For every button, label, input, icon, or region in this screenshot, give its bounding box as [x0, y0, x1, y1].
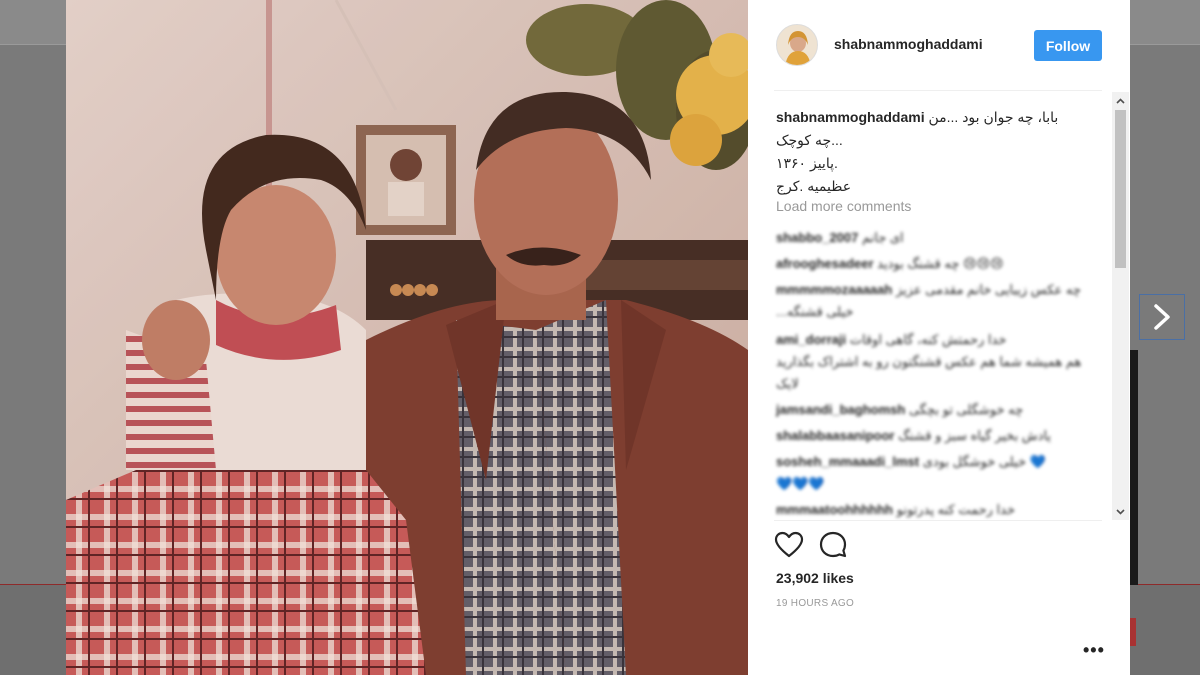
- comment-username[interactable]: shalabbaasanipoor: [776, 428, 894, 443]
- follow-button[interactable]: Follow: [1034, 30, 1102, 61]
- caption-line-3: پاییز ۱۳۶۰.: [776, 155, 838, 171]
- chevron-down-icon: [1116, 508, 1125, 515]
- comment-item: لایک: [776, 376, 799, 392]
- header-divider: [774, 90, 1102, 91]
- chevron-right-icon: [1154, 304, 1170, 330]
- scroll-up-button[interactable]: [1112, 92, 1129, 109]
- post-caption: shabnammoghaddami بابا، چه جوان بود ...م…: [776, 106, 1086, 198]
- comment-text: هم همیشه شما هم عکس قشنگتون رو به اشتراک…: [776, 354, 1082, 369]
- comment-item: sosheh_mmaaadi_lmst خیلی خوشگل بودی 💙: [776, 454, 1046, 470]
- next-post-button[interactable]: [1139, 294, 1185, 340]
- caption-line-1: بابا، چه جوان بود ...من: [928, 109, 1059, 125]
- comment-item: jamsandi_baghomsh چه خوشگلی تو بچگی: [776, 402, 1023, 418]
- post-modal: shabnammoghaddami Follow shabnammoghadda…: [66, 0, 1130, 675]
- post-side-panel: shabnammoghaddami Follow shabnammoghadda…: [748, 0, 1130, 675]
- load-more-comments-link[interactable]: Load more comments: [776, 198, 911, 214]
- comment-text: چه قشنگ بودید 😢😢😢: [877, 256, 1004, 271]
- comment-username[interactable]: afrooghesadeer: [776, 256, 874, 271]
- scrollbar-thumb[interactable]: [1115, 110, 1126, 268]
- caption-line-4: عظیمیه .کرج: [776, 178, 852, 194]
- comment-item: shalabbaasanipoor یادش بخیر گیاه سبز و ق…: [776, 428, 1051, 444]
- comment-text: خدا رحمتش کنه، گاهی اوقات: [849, 332, 1007, 347]
- comment-text: یادش بخیر گیاه سبز و قشنگ: [898, 428, 1052, 443]
- avatar[interactable]: [776, 24, 818, 66]
- comment-item: mmmmmozaaaaah چه عکس زیبایی خانم مقدمی ع…: [776, 282, 1081, 298]
- comment-item: shabbo_2007 ای جانم: [776, 230, 904, 246]
- comment-username[interactable]: jamsandi_baghomsh: [776, 402, 905, 417]
- username[interactable]: shabnammoghaddami: [834, 36, 983, 52]
- avatar-image: [777, 25, 817, 65]
- chevron-up-icon: [1116, 97, 1125, 104]
- post-photo[interactable]: [66, 0, 748, 675]
- comment-text: خدا رحمت کنه پدرتونو: [896, 502, 1015, 517]
- comment-text: لایک: [776, 376, 799, 391]
- comment-username[interactable]: ami_dorraji: [776, 332, 846, 347]
- comment-item: 💙💙💙: [776, 476, 825, 492]
- actions-divider: [774, 520, 1102, 521]
- heart-icon[interactable]: [774, 530, 804, 560]
- background-next-preview: [1130, 350, 1138, 585]
- vintage-photo-illustration: [66, 0, 748, 675]
- comment-text: ای جانم: [862, 230, 904, 245]
- post-actions: [774, 530, 894, 560]
- comment-item: ami_dorraji خدا رحمتش کنه، گاهی اوقات: [776, 332, 1006, 348]
- post-timestamp[interactable]: 19 HOURS AGO: [776, 598, 854, 609]
- scroll-down-button[interactable]: [1112, 503, 1129, 520]
- more-dots-icon[interactable]: •••: [1083, 641, 1105, 659]
- comment-username[interactable]: sosheh_mmaaadi_lmst: [776, 454, 919, 469]
- caption-line-2: چه کوچک...: [776, 132, 843, 148]
- post-header: shabnammoghaddami Follow: [748, 0, 1130, 90]
- comment-item: ...خیلی قشنگه: [776, 304, 853, 320]
- comment-icon[interactable]: [818, 530, 848, 560]
- comment-text: چه عکس زیبایی خانم مقدمی عزیز: [895, 282, 1081, 297]
- caption-username[interactable]: shabnammoghaddami: [776, 109, 925, 125]
- background-red-block: [1130, 618, 1136, 646]
- comment-text: 💙💙💙: [776, 476, 825, 491]
- comment-item: afrooghesadeer چه قشنگ بودید 😢😢😢: [776, 256, 1004, 272]
- comments-scrollbar[interactable]: [1112, 92, 1129, 520]
- comment-item: mmmaatoohhhhhh خدا رحمت کنه پدرتونو: [776, 502, 1015, 518]
- caption-first-line: shabnammoghaddami بابا، چه جوان بود ...م…: [776, 106, 1086, 129]
- comment-item: هم همیشه شما هم عکس قشنگتون رو به اشتراک…: [776, 354, 1081, 370]
- comment-text: خیلی خوشگل بودی 💙: [922, 454, 1046, 469]
- comment-username[interactable]: mmmmmozaaaaah: [776, 282, 892, 297]
- comment-text: ...خیلی قشنگه: [776, 304, 854, 319]
- comment-username[interactable]: shabbo_2007: [776, 230, 858, 245]
- comment-username[interactable]: mmmaatoohhhhhh: [776, 502, 893, 517]
- likes-count[interactable]: 23,902 likes: [776, 570, 854, 586]
- comments-list: shabnammoghaddami بابا، چه جوان بود ...م…: [748, 92, 1130, 520]
- comment-text: چه خوشگلی تو بچگی: [908, 402, 1024, 417]
